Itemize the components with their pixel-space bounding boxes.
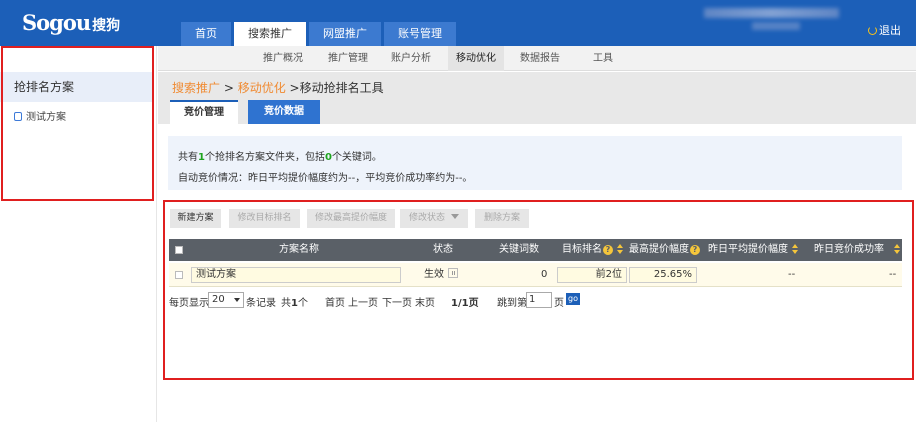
subnav-mobile-optimization[interactable]: 移动优化 <box>448 46 504 71</box>
logout-label: 退出 <box>879 24 901 37</box>
tab-search-promotion[interactable]: 搜索推广 <box>234 22 306 46</box>
sogou-logo[interactable]: Sogou 搜狗 <box>22 10 120 35</box>
main-nav: 首页 搜索推广 网盟推广 账号管理 <box>181 22 459 46</box>
subnav-account-analysis[interactable]: 账户分析 <box>383 46 439 71</box>
tab-bid-data[interactable]: 竞价数据 <box>248 100 320 124</box>
logo-text: Sogou <box>22 10 91 35</box>
breadcrumb-search-promotion[interactable]: 搜索推广 <box>172 81 220 95</box>
subnav-management[interactable]: 推广管理 <box>320 46 376 71</box>
breadcrumb-current: 移动抢排名工具 <box>299 81 384 95</box>
logout-button[interactable]: 退出 <box>868 22 901 38</box>
logo-cn-text: 搜狗 <box>92 18 121 34</box>
blurred-account-info-2 <box>752 22 800 30</box>
sub-nav: 推广概况 推广管理 账户分析 移动优化 数据报告 工具 <box>158 46 916 71</box>
blurred-account-info <box>704 8 839 18</box>
summary-text: 共有 <box>178 152 198 163</box>
tab-network-promotion[interactable]: 网盟推广 <box>309 22 381 46</box>
folder-count: 1 <box>198 152 205 163</box>
subnav-tools[interactable]: 工具 <box>585 46 621 71</box>
summary-text: 个抢排名方案文件夹，包括 <box>204 152 325 163</box>
keyword-count: 0 <box>324 152 332 163</box>
subnav-data-report[interactable]: 数据报告 <box>512 46 568 71</box>
breadcrumb: 搜索推广 > 移动优化 >移动抢排名工具 <box>172 79 384 96</box>
breadcrumb-mobile-optimization[interactable]: 移动优化 <box>238 81 286 95</box>
highlight-table <box>163 200 914 380</box>
summary-box: 共有1个抢排名方案文件夹，包括0个关键词。 自动竞价情况：昨日平均提价幅度约为-… <box>168 136 902 190</box>
summary-line-2: 自动竞价情况：昨日平均提价幅度约为--，平均竞价成功率约为--。 <box>178 173 473 184</box>
power-icon <box>868 26 877 35</box>
highlight-sidebar <box>1 46 154 201</box>
breadcrumb-separator: > <box>285 81 300 95</box>
summary-text: 个关键词。 <box>331 152 382 163</box>
breadcrumb-separator: > <box>220 81 238 95</box>
breadcrumb-bar: 搜索推广 > 移动优化 >移动抢排名工具 竞价管理 竞价数据 <box>158 72 916 124</box>
tab-account-management[interactable]: 账号管理 <box>384 22 456 46</box>
tab-home[interactable]: 首页 <box>181 22 231 46</box>
top-bar: Sogou 搜狗 首页 搜索推广 网盟推广 账号管理 退出 <box>0 0 916 46</box>
tab-bid-management[interactable]: 竞价管理 <box>170 100 238 124</box>
subnav-overview[interactable]: 推广概况 <box>255 46 311 71</box>
summary-line-1: 共有1个抢排名方案文件夹，包括0个关键词。 <box>178 148 382 163</box>
